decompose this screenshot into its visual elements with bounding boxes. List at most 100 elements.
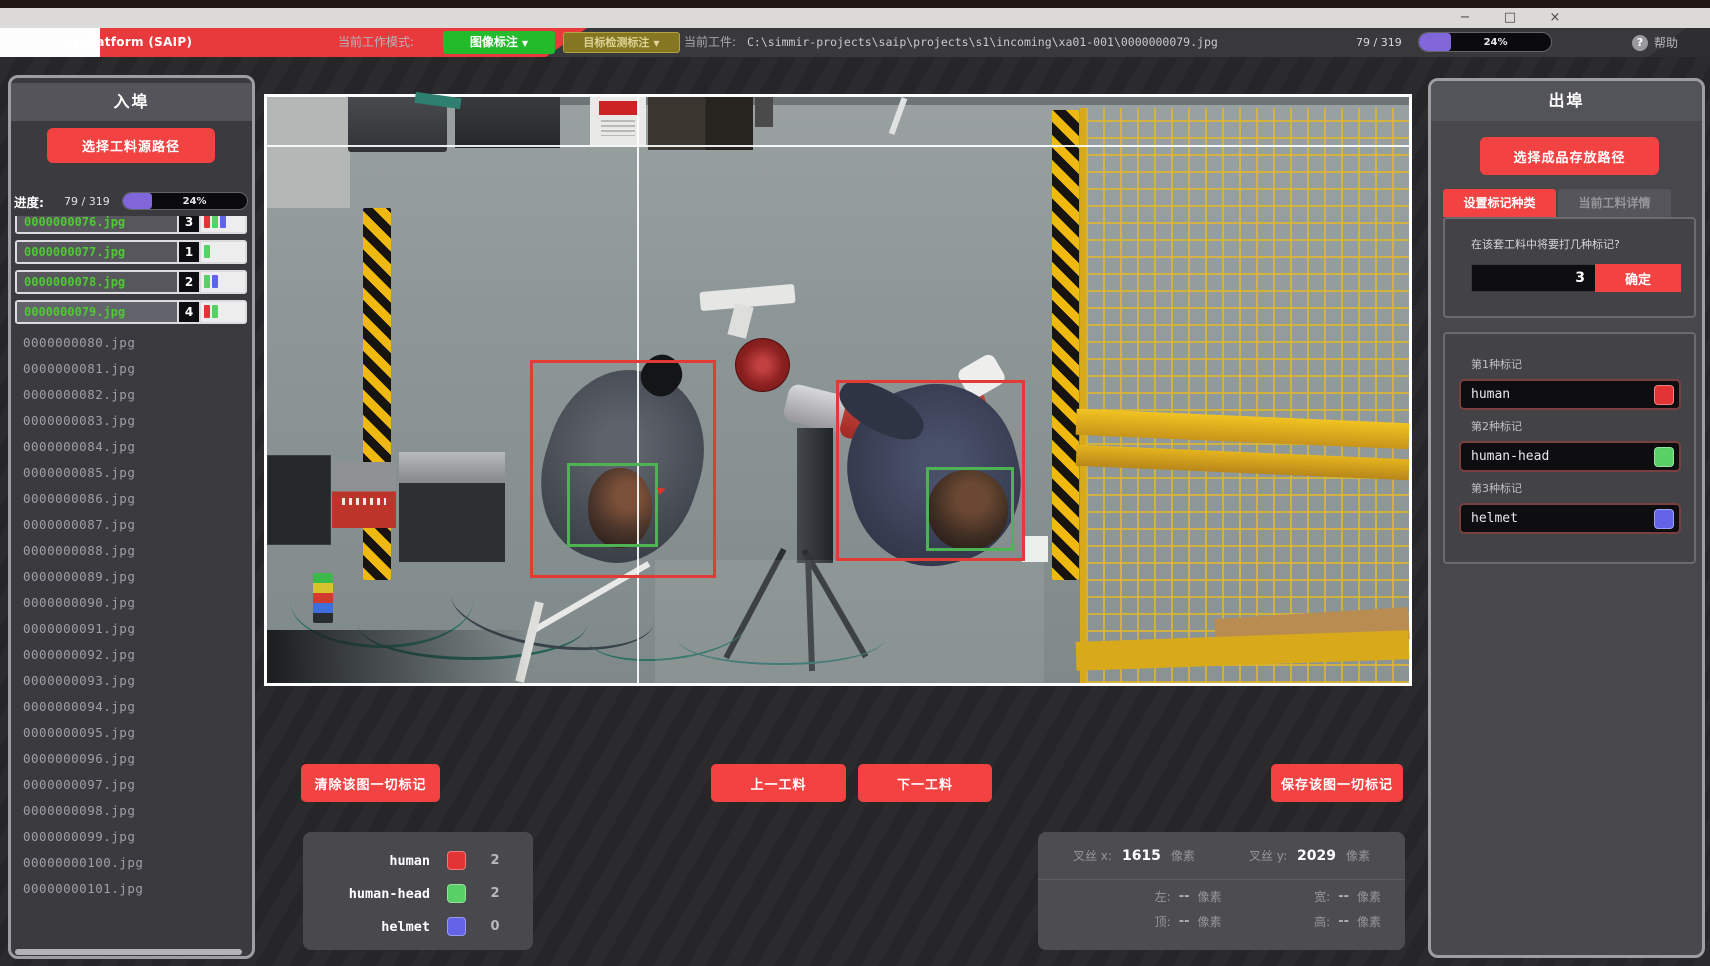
output-sidebar: 出埠 选择成品存放路径 设置标记种类 当前工料详情 在该套工料中将要打几种标记?…	[1428, 78, 1705, 958]
pixel-unit: 像素	[1357, 888, 1381, 905]
label-count-input[interactable]: 3	[1471, 264, 1595, 292]
legend-count: 2	[466, 886, 524, 901]
file-list-item[interactable]: 0000000085.jpg	[11, 460, 252, 486]
current-file-label: 当前工件:	[684, 28, 736, 57]
file-name: 0000000077.jpg	[17, 242, 177, 262]
label-legend-panel: human 2 human-head 2 helmet 0	[303, 832, 533, 950]
robot-red-flange	[735, 338, 790, 392]
sidebar-progress-row: 进度: 79 / 319 24%	[11, 190, 252, 212]
annotation-count-badge: 1	[179, 242, 199, 262]
tab-set-label-types[interactable]: 设置标记种类	[1443, 189, 1556, 217]
light-floor-patch	[267, 97, 350, 208]
box-height-label: 高:	[1314, 913, 1330, 930]
file-list-item[interactable]: 0000000097.jpg	[11, 772, 252, 798]
restore-button[interactable]: □	[1497, 8, 1523, 28]
file-name: 0000000076.jpg	[17, 216, 177, 232]
label-color-chip[interactable]	[1654, 509, 1674, 529]
white-box-on-floor	[1022, 536, 1048, 562]
tab-current-workpiece-details[interactable]: 当前工料详情	[1558, 189, 1671, 217]
yellow-mesh-fence	[1080, 108, 1409, 683]
cross-x-value: 1615	[1122, 848, 1161, 864]
close-button[interactable]: ×	[1542, 8, 1568, 28]
label-definition: 第3种标记 helmet	[1459, 480, 1681, 534]
label-color-chip[interactable]	[1654, 447, 1674, 467]
progress-bar: 24%	[1418, 32, 1552, 52]
select-output-path-button[interactable]: 选择成品存放路径	[1480, 137, 1659, 175]
file-list-item[interactable]: 00000000101.jpg	[11, 876, 252, 902]
file-list-item[interactable]: 0000000093.jpg	[11, 668, 252, 694]
window-titlebar: − □ ×	[0, 8, 1710, 28]
machine-box	[755, 97, 773, 127]
legend-row: human 2	[303, 844, 533, 877]
legend-row: human-head 2	[303, 877, 533, 910]
brand-title: AI Platform (SAIP)	[64, 28, 192, 57]
label-color-indicator	[201, 302, 245, 322]
robot-pedestal	[797, 428, 834, 563]
label-name-field[interactable]: helmet	[1459, 503, 1681, 534]
file-list-item[interactable]: 0000000083.jpg	[11, 408, 252, 434]
file-list-item[interactable]: 0000000094.jpg	[11, 694, 252, 720]
annotation-canvas[interactable]	[264, 94, 1412, 686]
label-name-field[interactable]: human	[1459, 379, 1681, 410]
annotation-box-human-head[interactable]	[567, 463, 657, 547]
file-list[interactable]: 0000000076.jpg 3 0000000077.jpg 1 000000…	[11, 216, 252, 946]
label-color-indicator	[201, 216, 245, 232]
file-list-item[interactable]: 0000000089.jpg	[11, 564, 252, 590]
file-list-item[interactable]: 0000000099.jpg	[11, 824, 252, 850]
file-list-item[interactable]: 0000000082.jpg	[11, 382, 252, 408]
pixel-unit: 像素	[1171, 847, 1195, 864]
file-list-item[interactable]: 0000000098.jpg	[11, 798, 252, 824]
file-list-item[interactable]: 00000000100.jpg	[11, 850, 252, 876]
help-button[interactable]: ? 帮助	[1632, 28, 1678, 57]
help-label: 帮助	[1654, 34, 1678, 51]
label-name-value: human-head	[1471, 449, 1654, 464]
label-name-field[interactable]: human-head	[1459, 441, 1681, 472]
save-annotations-button[interactable]: 保存该图一切标记	[1271, 764, 1403, 802]
file-list-item[interactable]: 0000000080.jpg	[11, 330, 252, 356]
file-list-item[interactable]: 0000000096.jpg	[11, 746, 252, 772]
minimize-button[interactable]: −	[1452, 8, 1478, 28]
annotation-box-human-head[interactable]	[926, 467, 1014, 551]
file-list-item[interactable]: 0000000081.jpg	[11, 356, 252, 382]
box-top-value: --	[1179, 914, 1190, 929]
file-list-item[interactable]: 0000000087.jpg	[11, 512, 252, 538]
annotated-file-row[interactable]: 0000000078.jpg 2	[15, 270, 247, 294]
annotation-count-badge: 3	[179, 216, 199, 232]
label-name-value: helmet	[1471, 511, 1654, 526]
file-list-item[interactable]: 0000000090.jpg	[11, 590, 252, 616]
mode-image-annotation-button[interactable]: 图像标注▼	[443, 31, 555, 54]
box-width-label: 宽:	[1314, 888, 1330, 905]
legend-color-chip	[447, 884, 466, 903]
confirm-button[interactable]: 确定	[1595, 264, 1681, 292]
box-left-label: 左:	[1155, 888, 1171, 905]
label-definition: 第1种标记 human	[1459, 356, 1681, 410]
chevron-down-icon: ▼	[522, 39, 528, 48]
cross-y-value: 2029	[1297, 848, 1336, 864]
file-list-item[interactable]: 0000000086.jpg	[11, 486, 252, 512]
next-workpiece-button[interactable]: 下一工料	[858, 764, 992, 802]
label-name-value: human	[1471, 387, 1654, 402]
pixel-unit: 像素	[1357, 913, 1381, 930]
hazard-striped-pole	[1052, 110, 1079, 580]
annotated-file-row[interactable]: 0000000076.jpg 3	[15, 216, 247, 234]
previous-workpiece-button[interactable]: 上一工料	[711, 764, 846, 802]
file-list-item[interactable]: 0000000088.jpg	[11, 538, 252, 564]
box-width-value: --	[1338, 889, 1349, 904]
file-list-item[interactable]: 0000000095.jpg	[11, 720, 252, 746]
box-height-value: --	[1338, 914, 1349, 929]
machine-box	[455, 97, 560, 148]
label-color-chip[interactable]	[1654, 385, 1674, 405]
welder-machine	[332, 462, 396, 528]
progress-count-text: 79 / 319	[1356, 28, 1402, 57]
file-list-item[interactable]: 0000000091.jpg	[11, 616, 252, 642]
legend-count: 2	[466, 853, 524, 868]
file-list-item[interactable]: 0000000084.jpg	[11, 434, 252, 460]
annotated-file-row[interactable]: 0000000077.jpg 1	[15, 240, 247, 264]
mode-object-detection-button[interactable]: 目标检测标注▼	[563, 32, 680, 53]
select-source-path-button[interactable]: 选择工料源路径	[47, 128, 215, 163]
clear-annotations-button[interactable]: 清除该图一切标记	[301, 764, 440, 802]
legend-label: helmet	[303, 919, 430, 935]
annotated-file-row[interactable]: 0000000079.jpg 4	[15, 300, 247, 324]
horizontal-scrollbar[interactable]	[15, 949, 242, 955]
file-list-item[interactable]: 0000000092.jpg	[11, 642, 252, 668]
